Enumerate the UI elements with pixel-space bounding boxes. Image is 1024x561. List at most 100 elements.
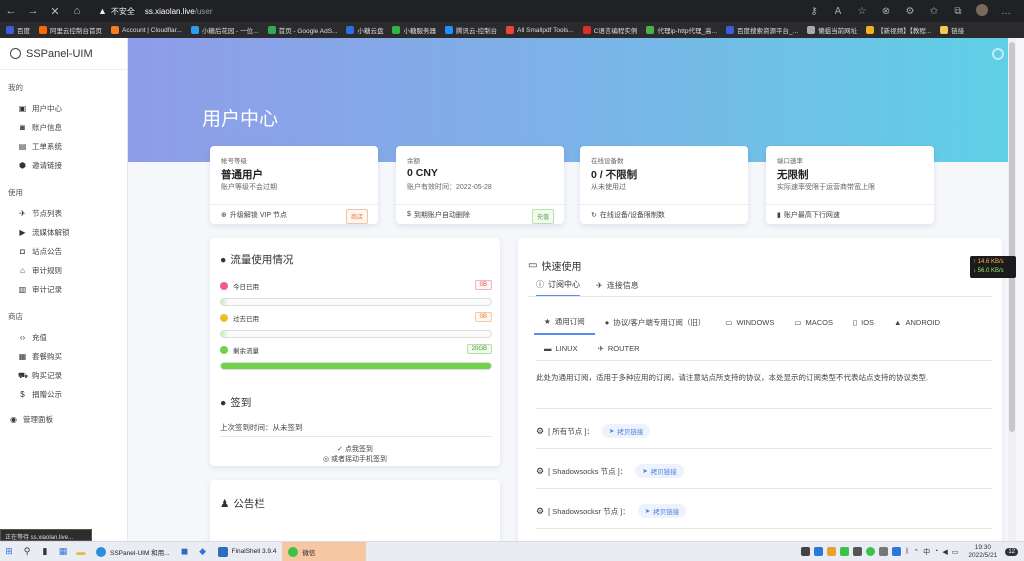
sidebar-item-donate[interactable]: $ 捐赠公示 <box>0 385 127 404</box>
wifi-icon[interactable]: ◔ <box>934 548 938 555</box>
checkin-button[interactable]: ✓ 点我签到 <box>210 444 500 454</box>
bookmark-item[interactable]: 百度 <box>6 25 30 35</box>
bookmark-item[interactable]: 代理ip-http代理_高... <box>646 25 717 35</box>
sidebar-item-account-info[interactable]: ◙ 账户信息 <box>0 118 127 137</box>
sidebar-item-audit-logs[interactable]: ▥ 审计记录 <box>0 280 127 299</box>
collections-icon[interactable]: ⧉ <box>946 6 970 17</box>
tray-app-icon[interactable] <box>866 547 876 556</box>
traffic-row-header: 今日已用 <box>220 280 492 292</box>
chevron-up-icon[interactable]: ⌃ <box>913 548 919 556</box>
tray-app-icon[interactable] <box>892 547 902 556</box>
file-explorer-icon[interactable]: ▬ <box>72 542 90 561</box>
bookmark-label: 首页 - Google AdS... <box>278 28 338 35</box>
bookmark-item[interactable]: Account | Cloudflar... <box>111 26 182 34</box>
bookmark-item[interactable]: 小糖服务器 <box>392 25 436 35</box>
subtab-ios[interactable]: ▯ IOS <box>843 309 884 335</box>
sidebar-item-nodes[interactable]: ✈ 节点列表 <box>0 204 127 223</box>
taskbar-app-wechat[interactable]: 微信 <box>282 541 367 561</box>
subtab-linux[interactable]: ▬ LINUX <box>534 335 588 361</box>
bookmark-item[interactable]: 百度搜索资源平台_... <box>726 25 798 35</box>
traffic-row-header: 剩余流量 <box>220 344 492 356</box>
back-icon[interactable]: ← <box>0 0 22 22</box>
profile-avatar[interactable] <box>970 3 994 19</box>
address-bar[interactable]: ▲ 不安全 ss.xiaolan.live /user <box>98 3 213 19</box>
subtab-label: LINUX <box>555 343 578 353</box>
stop-icon[interactable]: ✕ <box>44 0 66 22</box>
windows-start-icon[interactable]: ⊞ <box>0 542 18 561</box>
subtab-android[interactable]: ▲ ANDROID <box>884 309 950 335</box>
sidebar-item-announcement[interactable]: ◘ 站点公告 <box>0 242 127 261</box>
more-icon[interactable]: … <box>994 6 1018 17</box>
tray-app-icon[interactable] <box>827 547 837 556</box>
tray-app-icon[interactable] <box>840 547 850 556</box>
sidebar-item-admin[interactable]: ◉ 管理面板 <box>0 404 127 435</box>
photos-icon[interactable]: ◼ <box>176 542 194 561</box>
sidebar-item-recharge[interactable]: ‹› 充值 <box>0 328 127 347</box>
read-aloud-icon[interactable]: A <box>826 6 850 17</box>
tray-app-icon[interactable] <box>879 547 889 556</box>
net-speed-widget: ↑ 14.6 KB/s ↓ 56.0 KB/s <box>970 256 1016 278</box>
bookmark-item[interactable]: 腾讯云-控制台 <box>444 25 497 35</box>
brand[interactable]: SSPanel-UIM <box>0 38 127 70</box>
search-icon[interactable]: ⚲ <box>18 542 36 561</box>
sidebar-item-invite[interactable]: ⬢ 邀请链接 <box>0 156 127 175</box>
stat-badge-button[interactable]: 商店 <box>345 209 368 224</box>
taskbar-app-label: 微信 <box>302 549 316 557</box>
extension-icon[interactable]: ⊗ <box>874 6 898 17</box>
sidebar-item-audit-rules[interactable]: ⌂ 审计规则 <box>0 261 127 280</box>
page-scrollbar[interactable] <box>1008 38 1016 541</box>
sidebar-item-user-center[interactable]: ▣ 用户中心 <box>0 99 127 118</box>
tray-app-icon[interactable] <box>814 547 824 556</box>
stat-badge-button[interactable]: 充值 <box>531 209 554 224</box>
copy-link-button[interactable]: ➤ 拷贝链接 <box>635 464 684 478</box>
bluetooth-icon[interactable]: ᛒ <box>905 548 909 555</box>
clock[interactable]: 19:30 2022/5/21 <box>968 544 997 560</box>
settings-icon[interactable] <box>992 48 1004 60</box>
tab-subscription[interactable]: ⓘ 订阅中心 <box>536 279 580 297</box>
key-icon[interactable]: ⚷ <box>802 6 826 17</box>
bookmark-item[interactable]: 首页 - Google AdS... <box>267 25 338 35</box>
subtab-[interactable]: ★ 通用订阅 <box>534 309 595 335</box>
battery-icon[interactable]: ▭ <box>952 548 959 556</box>
notification-count[interactable]: 12 <box>1005 547 1018 556</box>
task-view-icon[interactable]: ▮ <box>36 542 54 561</box>
bookmark-item[interactable]: 【新视频】【教程... <box>866 25 931 35</box>
bookmark-item[interactable]: 阿里云控制台首页 <box>39 25 102 35</box>
stat-footer-icon: $ <box>407 211 411 218</box>
bookmark-item[interactable]: All Smallpdf Tools... <box>506 26 574 34</box>
sidebar-item-plans[interactable]: ▦ 套餐购买 <box>0 347 127 366</box>
extensions-icon[interactable]: ⚙ <box>898 6 922 17</box>
sidebar-item-purchase-log[interactable]: ⛟ 购买记录 <box>0 366 127 385</box>
bookmark-item[interactable]: 链接 <box>940 25 964 35</box>
finalshell-icon <box>217 546 228 557</box>
taskbar-app-finalshell[interactable]: FinalShell 3.9.4 <box>212 542 283 561</box>
subtab-windows[interactable]: ▭ WINDOWS <box>715 309 784 335</box>
widgets-icon[interactable]: ▦ <box>54 542 72 561</box>
copy-link-button[interactable]: ➤ 拷贝链接 <box>637 504 687 518</box>
subtab-router[interactable]: ✈ ROUTER <box>588 335 650 361</box>
subtab-macos[interactable]: ▭ MACOS <box>784 309 843 335</box>
tray-app-icon[interactable] <box>801 547 811 556</box>
bookmark-item[interactable]: 懒蛆当前网址 <box>807 25 857 35</box>
favorite-icon[interactable]: ☆ <box>850 6 874 17</box>
subtab-icon: ✈ <box>597 343 604 353</box>
stat-footer-icon: ▮ <box>777 211 781 219</box>
taskbar-app-edge[interactable]: SSPanel-UIM 和用... <box>90 542 176 561</box>
favorites-bar-icon[interactable]: ✩ <box>922 6 946 17</box>
bookmark-item[interactable]: 小糖后花园 - 一位... <box>190 25 259 35</box>
copy-link-button[interactable]: ➤ 拷贝链接 <box>601 424 651 438</box>
home-icon[interactable]: ⌂ <box>66 0 88 22</box>
ime-indicator[interactable]: 中 <box>923 547 930 557</box>
forward-icon[interactable]: → <box>22 0 44 22</box>
traffic-dot-icon <box>220 314 228 322</box>
tab-connection[interactable]: ✈ 连接信息 <box>596 279 639 297</box>
tray-app-icon[interactable] <box>853 547 863 556</box>
bookmark-item[interactable]: C语言编程实例 <box>582 25 637 35</box>
volume-icon[interactable]: ◀ <box>942 548 947 556</box>
sidebar-item-streaming[interactable]: ▶ 流媒体解锁 <box>0 223 127 242</box>
subtab-[interactable]: ● 协议/客户端专用订阅（旧） <box>595 309 716 335</box>
bookmark-item[interactable]: 小糖云盘 <box>346 25 383 35</box>
divider <box>536 408 992 409</box>
code-icon[interactable]: ◆ <box>194 542 212 561</box>
sidebar-item-tickets[interactable]: ▤ 工单系统 <box>0 137 127 156</box>
